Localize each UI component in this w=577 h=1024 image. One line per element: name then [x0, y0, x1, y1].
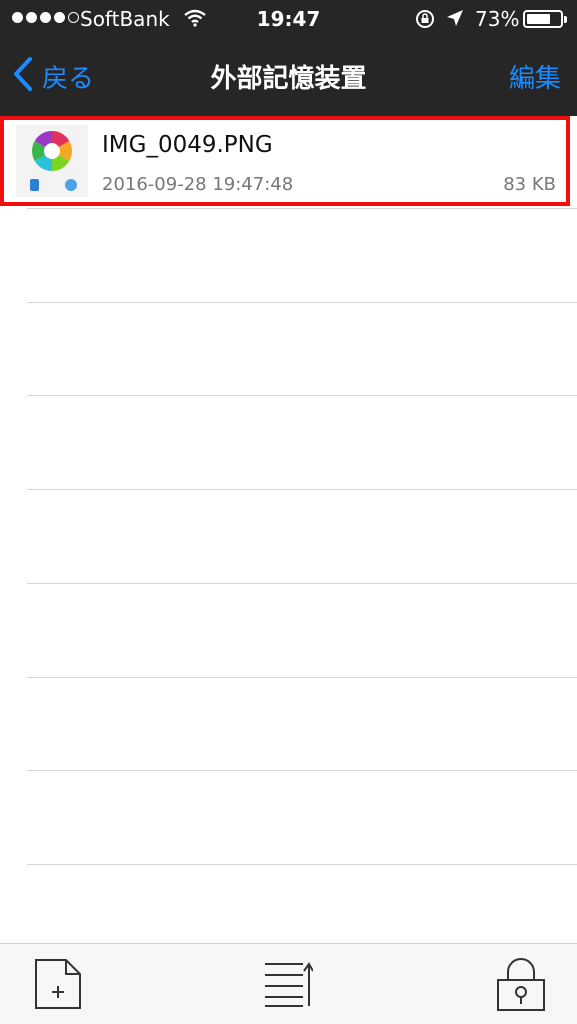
- edit-button[interactable]: 編集: [509, 58, 561, 95]
- battery-percentage: 73%: [475, 7, 520, 31]
- battery-icon: [523, 10, 567, 28]
- lock-icon: [497, 958, 545, 1011]
- file-size: 83 KB: [503, 174, 556, 195]
- lock-button[interactable]: [496, 958, 546, 1016]
- page-title: 外部記憶装置: [210, 64, 367, 94]
- row-divider: [27, 677, 577, 678]
- rotation-lock-icon: [414, 9, 436, 33]
- sort-list-icon: [265, 962, 314, 1007]
- new-file-icon: [35, 959, 81, 1009]
- row-divider: [27, 583, 577, 584]
- new-file-button[interactable]: [34, 958, 82, 1014]
- bottom-toolbar: [0, 943, 577, 1024]
- navigation-bar: 戻る 外部記憶装置 編集: [0, 38, 577, 116]
- row-divider: [27, 489, 577, 490]
- file-name: IMG_0049.PNG: [102, 132, 273, 158]
- status-bar: SoftBank 19:47 73%: [0, 0, 577, 38]
- location-arrow-icon: [446, 9, 464, 31]
- row-divider: [27, 770, 577, 771]
- row-divider: [27, 395, 577, 396]
- top-bar: SoftBank 19:47 73% 戻る 外部記憶装置 編集: [0, 0, 577, 116]
- row-divider: [27, 208, 577, 209]
- row-divider: [27, 864, 577, 865]
- file-date: 2016-09-28 19:47:48: [102, 174, 294, 195]
- sort-button[interactable]: [263, 958, 314, 1012]
- row-divider: [27, 302, 577, 303]
- image-thumbnail-icon: [16, 125, 88, 197]
- file-list-item[interactable]: IMG_0049.PNG 2016-09-28 19:47:48 83 KB: [0, 116, 570, 206]
